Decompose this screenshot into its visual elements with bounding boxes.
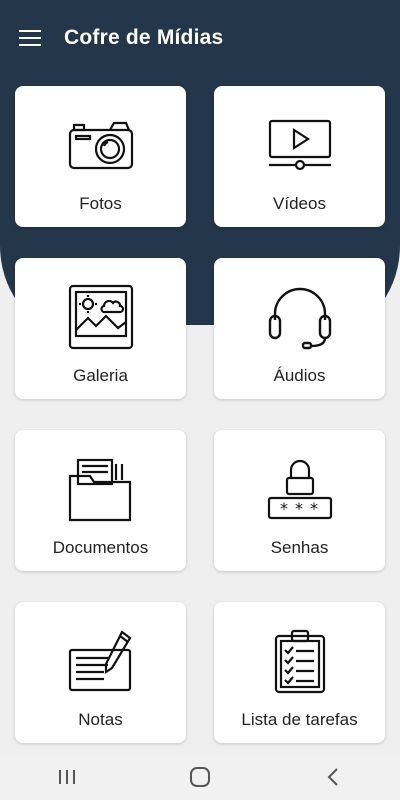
recent-apps-icon[interactable] bbox=[47, 757, 87, 797]
notas-card[interactable]: Notas bbox=[15, 602, 186, 743]
gallery-picture-icon bbox=[66, 282, 136, 352]
password-lock-icon: * * * bbox=[265, 454, 335, 524]
lista-de-tarefas-card[interactable]: Lista de tarefas bbox=[214, 602, 385, 743]
video-player-icon bbox=[265, 110, 335, 180]
folder-documents-icon bbox=[66, 454, 136, 524]
galeria-label: Galeria bbox=[73, 366, 128, 385]
documentos-label: Documentos bbox=[52, 538, 149, 557]
svg-text:*: * bbox=[280, 499, 288, 518]
home-icon[interactable] bbox=[180, 757, 220, 797]
videos-label: Vídeos bbox=[273, 194, 326, 213]
system-navigation-bar bbox=[0, 753, 400, 800]
fotos-label: Fotos bbox=[79, 194, 122, 213]
svg-text:*: * bbox=[295, 499, 303, 518]
fotos-card[interactable]: Fotos bbox=[15, 86, 186, 227]
clipboard-checklist-icon bbox=[265, 626, 335, 696]
lista-de-tarefas-label: Lista de tarefas bbox=[241, 710, 358, 729]
senhas-card[interactable]: * * * Senhas bbox=[214, 430, 385, 571]
senhas-label: Senhas bbox=[270, 538, 329, 557]
videos-card[interactable]: Vídeos bbox=[214, 86, 385, 227]
galeria-card[interactable]: Galeria bbox=[15, 258, 186, 399]
camera-icon bbox=[66, 110, 136, 180]
category-grid: Fotos Vídeos Galeria Áudios Documentos *… bbox=[0, 0, 400, 800]
audios-card[interactable]: Áudios bbox=[214, 258, 385, 399]
back-icon[interactable] bbox=[313, 757, 353, 797]
documentos-card[interactable]: Documentos bbox=[15, 430, 186, 571]
notes-pen-icon bbox=[66, 626, 136, 696]
audios-label: Áudios bbox=[273, 366, 326, 385]
svg-text:*: * bbox=[310, 499, 318, 518]
headphones-icon bbox=[265, 282, 335, 352]
notas-label: Notas bbox=[78, 710, 123, 729]
